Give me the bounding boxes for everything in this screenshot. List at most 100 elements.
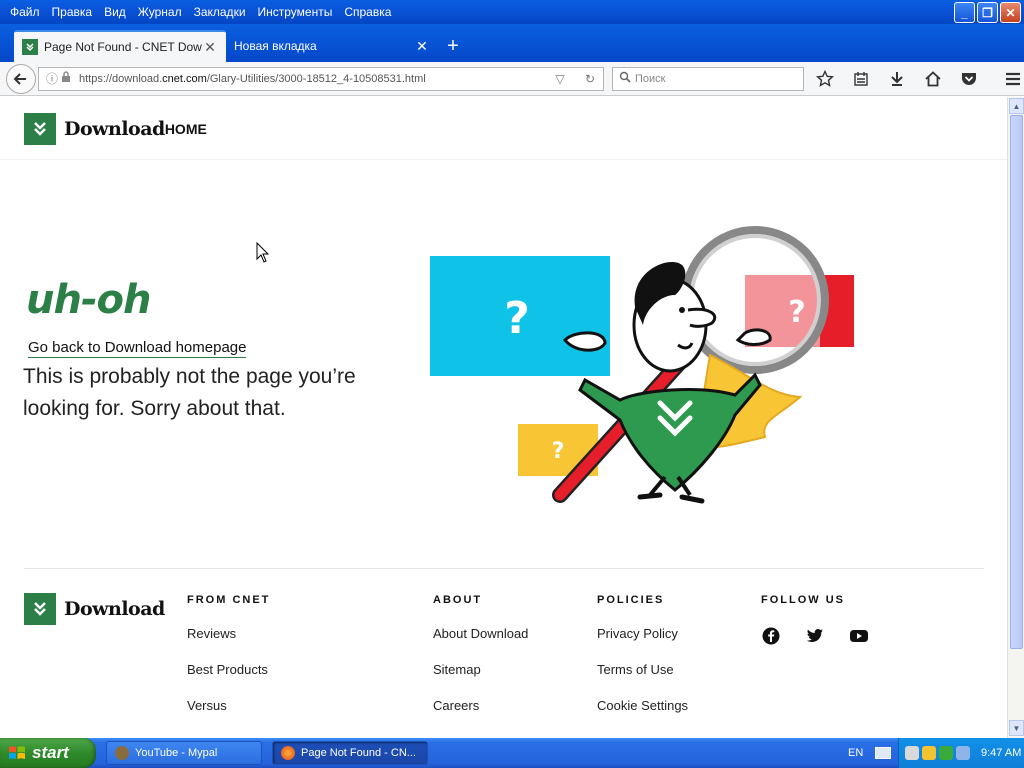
keyboard-icon[interactable] — [875, 747, 892, 759]
question-mark: ? — [552, 439, 565, 464]
footer-link-careers[interactable]: Careers — [433, 698, 528, 734]
footer-link-cookie-settings[interactable]: Cookie Settings — [597, 698, 688, 734]
task-label: Page Not Found - CN... — [301, 747, 416, 759]
reload-icon[interactable]: ↻ — [583, 72, 597, 86]
back-button[interactable] — [6, 63, 36, 94]
error-message: This is probably not the page you’re loo… — [23, 365, 356, 420]
menu-bookmarks[interactable]: Закладки — [188, 2, 252, 22]
home-icon[interactable] — [922, 68, 944, 90]
navigation-toolbar: ⓘ https://download.cnet.com/Glary-Utilit… — [0, 62, 1024, 96]
language-indicator[interactable]: EN — [848, 747, 863, 759]
page-scrollbar[interactable]: ▲ ▼ — [1007, 97, 1024, 738]
menu-bar: Файл Правка Вид Журнал Закладки Инструме… — [0, 0, 397, 24]
toolbar-icons — [814, 68, 1024, 90]
pocket-icon[interactable] — [958, 68, 980, 90]
menu-view[interactable]: Вид — [98, 2, 132, 22]
footer-column-from-cnet: FROM CNET Reviews Best Products Versus — [187, 594, 270, 734]
footer-column-follow-us: FOLLOW US — [761, 594, 869, 646]
twitter-icon[interactable] — [805, 626, 825, 646]
footer-link-privacy-policy[interactable]: Privacy Policy — [597, 626, 688, 662]
footer-column-about: ABOUT About Download Sitemap Careers — [433, 594, 528, 734]
menu-tools[interactable]: Инструменты — [252, 2, 339, 22]
error-illustration: ? ? ? — [430, 226, 854, 504]
tab-new-tab[interactable]: Новая вкладка ✕ — [226, 30, 438, 62]
footer-link-versus[interactable]: Versus — [187, 698, 270, 734]
taskbar-item-youtube[interactable]: YouTube - Mypal — [106, 741, 262, 765]
site-logo-text[interactable]: Download — [64, 118, 165, 140]
error-title: uh-oh — [26, 277, 152, 323]
scroll-down-icon[interactable]: ▼ — [1009, 720, 1024, 736]
site-header: Download HOME — [24, 113, 207, 145]
download-logo-icon[interactable] — [24, 113, 56, 145]
address-bar[interactable]: ⓘ https://download.cnet.com/Glary-Utilit… — [38, 66, 604, 91]
close-button[interactable]: ✕ — [1000, 2, 1021, 23]
mypal-app-icon — [115, 746, 129, 760]
clock[interactable]: 9:47 AM — [981, 747, 1021, 759]
search-input[interactable]: Поиск — [612, 66, 804, 91]
menu-history[interactable]: Журнал — [132, 2, 188, 22]
tab-page-not-found[interactable]: Page Not Found - CNET Down... ✕ — [14, 30, 226, 62]
system-tray: 9:47 AM — [898, 738, 1024, 768]
header-divider — [0, 159, 1007, 160]
menu-file[interactable]: Файл — [4, 2, 46, 22]
footer-link-sitemap[interactable]: Sitemap — [433, 662, 528, 698]
footer-heading: ABOUT — [433, 594, 483, 606]
dropdown-arrow-icon[interactable]: ▽ — [553, 72, 567, 86]
footer-heading: FROM CNET — [187, 594, 271, 606]
downloads-icon[interactable] — [886, 68, 908, 90]
footer-heading: FOLLOW US — [761, 594, 845, 606]
scroll-up-icon[interactable]: ▲ — [1009, 98, 1024, 114]
task-label: YouTube - Mypal — [135, 747, 218, 759]
security-shield-icon[interactable] — [922, 746, 936, 760]
tab-close-icon[interactable]: ✕ — [202, 39, 218, 56]
footer-logo-text: Download — [64, 598, 165, 620]
minimize-button[interactable]: _ — [954, 2, 975, 23]
start-button[interactable]: start — [0, 738, 96, 768]
footer-link-terms-of-use[interactable]: Terms of Use — [597, 662, 688, 698]
menu-edit[interactable]: Правка — [46, 2, 99, 22]
footer-link-best-products[interactable]: Best Products — [187, 662, 270, 698]
download-favicon-icon — [22, 39, 38, 55]
lock-icon — [59, 71, 73, 86]
back-to-homepage-link[interactable]: Go back to Download homepage — [28, 339, 247, 358]
hamburger-menu-icon[interactable] — [1002, 68, 1024, 90]
download-logo-icon — [24, 593, 56, 625]
question-mark: ? — [788, 295, 805, 330]
title-bar: Файл Правка Вид Журнал Закладки Инструме… — [0, 0, 1024, 24]
youtube-icon[interactable] — [849, 626, 869, 646]
character-nose — [687, 307, 717, 328]
mouse-cursor-icon — [256, 242, 270, 263]
scrollbar-thumb[interactable] — [1010, 115, 1023, 649]
network-tray-icon[interactable] — [905, 746, 919, 760]
footer-heading: POLICIES — [597, 594, 665, 606]
maximize-button[interactable]: ❐ — [977, 2, 998, 23]
facebook-icon[interactable] — [761, 626, 781, 646]
info-icon[interactable]: ⓘ — [45, 70, 59, 87]
start-label: start — [32, 743, 69, 762]
footer-divider — [24, 568, 984, 569]
update-tray-icon[interactable] — [939, 746, 953, 760]
question-mark: ? — [504, 293, 530, 344]
menu-help[interactable]: Справка — [338, 2, 397, 22]
social-links — [761, 626, 869, 646]
window-controls: _ ❐ ✕ — [954, 2, 1021, 23]
taskbar-item-page-not-found[interactable]: Page Not Found - CN... — [272, 741, 428, 765]
windows-flag-icon — [9, 746, 25, 759]
firefox-app-icon — [281, 746, 295, 760]
footer-link-reviews[interactable]: Reviews — [187, 626, 270, 662]
reading-list-icon[interactable] — [850, 68, 872, 90]
home-link[interactable]: HOME — [165, 121, 207, 137]
footer-logo[interactable]: Download — [24, 593, 165, 625]
footer-column-policies: POLICIES Privacy Policy Terms of Use Coo… — [597, 594, 688, 734]
volume-tray-icon[interactable] — [956, 746, 970, 760]
footer-link-about-download[interactable]: About Download — [433, 626, 528, 662]
search-placeholder: Поиск — [635, 72, 666, 85]
tab-label: Page Not Found - CNET Down... — [44, 40, 202, 54]
web-page: Download HOME uh-oh Go back to Download … — [0, 97, 1007, 738]
tab-close-icon[interactable]: ✕ — [414, 38, 430, 55]
new-tab-button[interactable]: + — [438, 30, 468, 62]
taskbar: start YouTube - Mypal Page Not Found - C… — [0, 738, 1024, 768]
tab-label: Новая вкладка — [234, 39, 317, 53]
tab-strip: Page Not Found - CNET Down... ✕ Новая вк… — [0, 24, 1024, 62]
bookmark-star-icon[interactable] — [814, 68, 836, 90]
